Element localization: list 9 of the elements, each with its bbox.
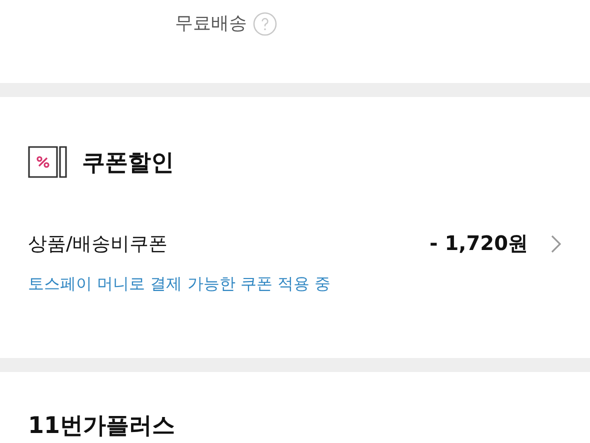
help-icon[interactable] — [253, 12, 277, 36]
section-title: 11번가플러스 — [28, 413, 176, 439]
coupon-label: 상품/배송비쿠폰 — [28, 232, 168, 256]
section-title: 쿠폰할인 — [82, 148, 174, 178]
coupon-icon — [28, 146, 68, 178]
shipping-label: 무료배송 — [175, 12, 247, 36]
coupon-notice: 토스페이 머니로 결제 가능한 쿠폰 적용 중 — [28, 274, 332, 295]
discount-amount: - 1,720원 — [429, 230, 528, 257]
chevron-right-icon[interactable] — [550, 234, 562, 254]
